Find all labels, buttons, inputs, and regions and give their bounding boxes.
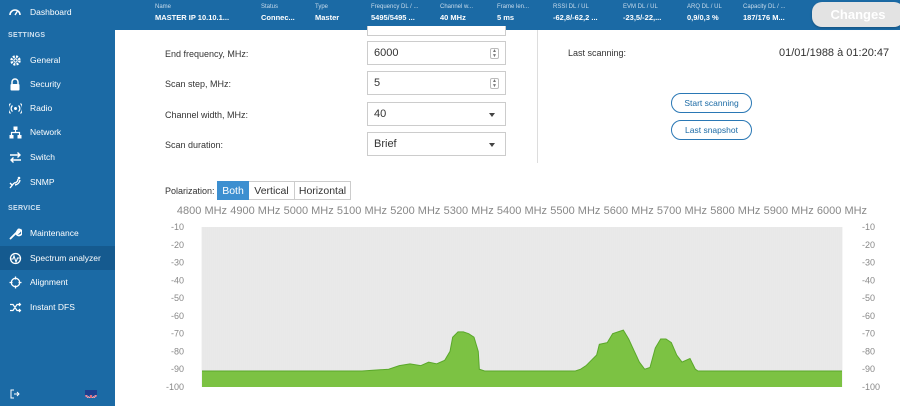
y-tick-label: -100 xyxy=(862,382,880,392)
y-tick-label: -20 xyxy=(862,240,875,250)
x-tick-label: 5100 MHz xyxy=(337,205,387,217)
y-tick-label: -60 xyxy=(171,311,184,321)
spectrum-chart: 4800 MHz 4900 MHz 5000 MHz 5100 MHz 5200 MHz… xyxy=(166,205,880,392)
x-tick-label: 4800 MHz xyxy=(177,205,227,217)
y-tick-label: -30 xyxy=(171,258,184,268)
y-tick-label: -60 xyxy=(862,311,875,321)
x-tick-label: 5700 MHz xyxy=(657,205,707,217)
y-tick-label: -30 xyxy=(862,258,875,268)
y-tick-label: -20 xyxy=(171,240,184,250)
y-tick-label: -100 xyxy=(166,382,184,392)
x-tick-label: 5400 MHz xyxy=(497,205,547,217)
y-tick-label: -90 xyxy=(171,364,184,374)
y-tick-label: -80 xyxy=(171,346,184,356)
x-tick-label: 5800 MHz xyxy=(710,205,760,217)
x-tick-label: 5300 MHz xyxy=(444,205,494,217)
y-tick-label: -10 xyxy=(171,222,184,232)
x-tick-label: 5900 MHz xyxy=(764,205,814,217)
x-tick-label: 5200 MHz xyxy=(390,205,440,217)
y-tick-label: -40 xyxy=(862,275,875,285)
y-tick-label: -70 xyxy=(862,329,875,339)
y-tick-label: -80 xyxy=(862,346,875,356)
y-tick-label: -10 xyxy=(862,222,875,232)
y-tick-label: -70 xyxy=(171,329,184,339)
y-tick-label: -90 xyxy=(862,364,875,374)
x-tick-label: 5500 MHz xyxy=(550,205,600,217)
x-tick-label: 4900 MHz xyxy=(230,205,280,217)
x-tick-label: 6000 MHz xyxy=(817,205,867,217)
x-tick-label: 5000 MHz xyxy=(284,205,334,217)
x-tick-label: 5600 MHz xyxy=(604,205,654,217)
y-tick-label: -50 xyxy=(862,293,875,303)
y-tick-label: -40 xyxy=(171,275,184,285)
y-tick-label: -50 xyxy=(171,293,184,303)
